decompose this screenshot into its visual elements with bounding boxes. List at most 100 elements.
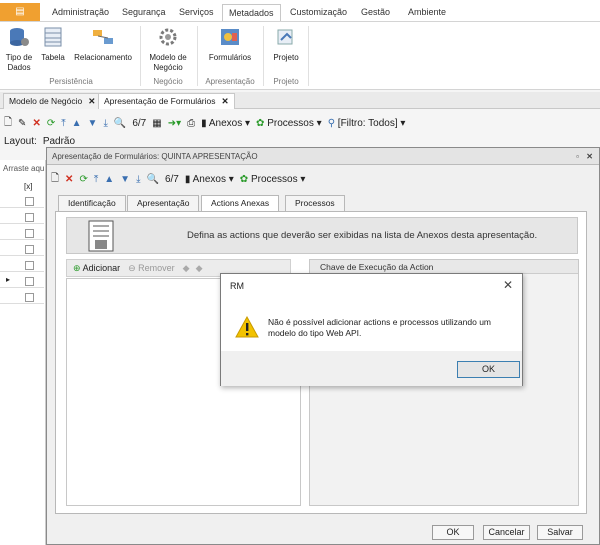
- anexos-menu[interactable]: ▮ Anexos ▾: [185, 174, 234, 185]
- tab-actions-anexas[interactable]: Actions Anexas: [201, 195, 280, 211]
- table-row[interactable]: [0, 242, 44, 256]
- projeto-label: Projeto: [273, 53, 299, 62]
- row-checkbox[interactable]: [25, 213, 34, 222]
- row-checkbox[interactable]: [25, 229, 34, 238]
- anexos-menu[interactable]: ▮ Anexos ▾: [201, 118, 250, 129]
- refresh-icon[interactable]: ⟳: [79, 174, 87, 185]
- processos-menu[interactable]: ✿ Processos ▾: [240, 174, 306, 185]
- tab-processos[interactable]: Processos: [285, 195, 345, 211]
- anexos-label: Anexos: [208, 117, 243, 129]
- move-up-icon[interactable]: ◆: [183, 263, 190, 274]
- next-record-icon[interactable]: ▼: [120, 174, 130, 185]
- restore-icon[interactable]: ▫: [576, 148, 579, 165]
- close-icon[interactable]: ✕: [222, 96, 229, 106]
- row-checkbox[interactable]: [25, 277, 34, 286]
- next-record-icon[interactable]: ▼: [88, 118, 98, 129]
- projeto-button[interactable]: Projeto: [268, 27, 304, 63]
- database-icon: [10, 28, 29, 46]
- processos-label: Processos: [267, 117, 314, 129]
- app-menu-button[interactable]: ▤: [0, 3, 40, 21]
- relacionamento-button[interactable]: Relacionamento: [72, 27, 134, 63]
- table-row[interactable]: [0, 226, 44, 240]
- processos-menu[interactable]: ✿ Processos ▾: [256, 118, 322, 129]
- close-icon[interactable]: ✕: [88, 96, 95, 106]
- tab-modelo-de-negocio[interactable]: Modelo de Negócio ✕: [3, 93, 102, 109]
- refresh-icon[interactable]: ⟳: [47, 118, 55, 129]
- tab-customizacao[interactable]: Customização: [284, 4, 353, 21]
- tab-identificacao[interactable]: Identificação: [58, 195, 126, 211]
- first-record-icon[interactable]: ⤒: [61, 118, 65, 129]
- dialog-ok-button[interactable]: OK: [457, 361, 520, 378]
- row-checkbox[interactable]: [25, 197, 34, 206]
- tab-administracao[interactable]: Administração: [46, 4, 115, 21]
- new-icon[interactable]: 🗋: [51, 171, 59, 188]
- tab-apresentacao-de-formularios[interactable]: Apresentação de Formulários ✕: [98, 93, 235, 109]
- info-banner-text: Defina as actions que deverão ser exibid…: [187, 230, 538, 241]
- document-stack-icon: [88, 220, 114, 252]
- table-row[interactable]: ▸: [0, 274, 44, 288]
- dialog-footer: OK: [221, 351, 522, 386]
- warning-icon: [235, 316, 259, 338]
- formularios-label: Formulários: [208, 53, 252, 62]
- tab-metadados[interactable]: Metadados: [222, 4, 281, 21]
- ok-button[interactable]: OK: [432, 525, 474, 540]
- search-icon[interactable]: 🔍: [114, 118, 126, 129]
- tabela-button[interactable]: Tabela: [38, 27, 68, 63]
- background-grid: Arraste aqu [x] ▸: [0, 160, 46, 545]
- editor-window-title: Apresentação de Formulários: QUINTA APRE…: [47, 148, 599, 165]
- print-icon[interactable]: ⎙: [187, 118, 195, 129]
- table-row[interactable]: [0, 210, 44, 224]
- filter-icon: ⚲: [327, 117, 336, 129]
- processos-label: Processos: [250, 173, 298, 185]
- save-button[interactable]: Salvar: [537, 525, 583, 540]
- delete-icon[interactable]: ✕: [32, 118, 40, 129]
- arrow-right-icon[interactable]: ➜▾: [168, 118, 181, 129]
- process-icon: ✿: [239, 173, 249, 185]
- edit-icon[interactable]: ✎: [18, 118, 26, 129]
- add-action-label: Adicionar: [82, 262, 121, 273]
- new-icon[interactable]: 🗋: [4, 115, 12, 132]
- table-row[interactable]: [0, 290, 44, 304]
- modelo-de-negocio-button[interactable]: Modelo de Negócio: [146, 27, 190, 73]
- group-by-hint: Arraste aqu: [3, 164, 45, 173]
- relacionamento-label: Relacionamento: [74, 53, 132, 62]
- calendar-icon[interactable]: ▦: [152, 118, 161, 129]
- layout-select[interactable]: Padrão: [43, 136, 75, 147]
- delete-icon[interactable]: ✕: [65, 174, 73, 185]
- search-icon[interactable]: 🔍: [146, 174, 158, 185]
- tab-ambiente[interactable]: Ambiente: [402, 4, 452, 21]
- grid-column-header[interactable]: Chave de Execução da Action: [310, 260, 578, 274]
- ribbon-tab-bar: ▤ Administração Segurança Serviços Metad…: [0, 0, 600, 22]
- previous-record-icon[interactable]: ▲: [72, 118, 82, 129]
- close-icon[interactable]: ✕: [586, 148, 593, 165]
- tab-seguranca[interactable]: Segurança: [116, 4, 172, 21]
- close-icon[interactable]: ✕: [503, 278, 513, 292]
- row-checkbox[interactable]: [25, 261, 34, 270]
- first-record-icon[interactable]: ⤒: [94, 174, 98, 185]
- select-column-header: [x]: [24, 182, 33, 191]
- tab-servicos[interactable]: Serviços: [173, 4, 220, 21]
- tab-gestao[interactable]: Gestão: [355, 4, 396, 21]
- group-apresentacao: Apresentação: [205, 77, 255, 86]
- last-record-icon[interactable]: ⤓: [136, 174, 140, 185]
- filter-menu[interactable]: ⚲ [Filtro: Todos] ▾: [328, 118, 406, 129]
- form-icon: [221, 29, 239, 45]
- cancel-button[interactable]: Cancelar: [483, 525, 530, 540]
- formularios-button[interactable]: Formulários: [202, 27, 258, 63]
- table-row[interactable]: [0, 258, 44, 272]
- add-action-button[interactable]: ⊕ Adicionar: [73, 263, 120, 274]
- ribbon-divider: [263, 26, 264, 86]
- remove-icon: ⊖: [128, 262, 136, 273]
- row-checkbox[interactable]: [25, 245, 34, 254]
- remove-action-button[interactable]: ⊖ Remover: [128, 263, 175, 274]
- move-down-icon[interactable]: ◆: [196, 263, 203, 274]
- row-checkbox[interactable]: [25, 293, 34, 302]
- previous-record-icon[interactable]: ▲: [104, 174, 114, 185]
- anexos-label: Anexos: [192, 173, 226, 185]
- tipo-de-dados-button[interactable]: Tipo de Dados: [4, 27, 34, 73]
- tab-apresentacao[interactable]: Apresentação: [127, 195, 200, 211]
- last-record-icon[interactable]: ⤓: [103, 118, 107, 129]
- ribbon-divider: [197, 26, 198, 86]
- record-counter: 6/7: [164, 173, 179, 185]
- table-row[interactable]: [0, 194, 44, 208]
